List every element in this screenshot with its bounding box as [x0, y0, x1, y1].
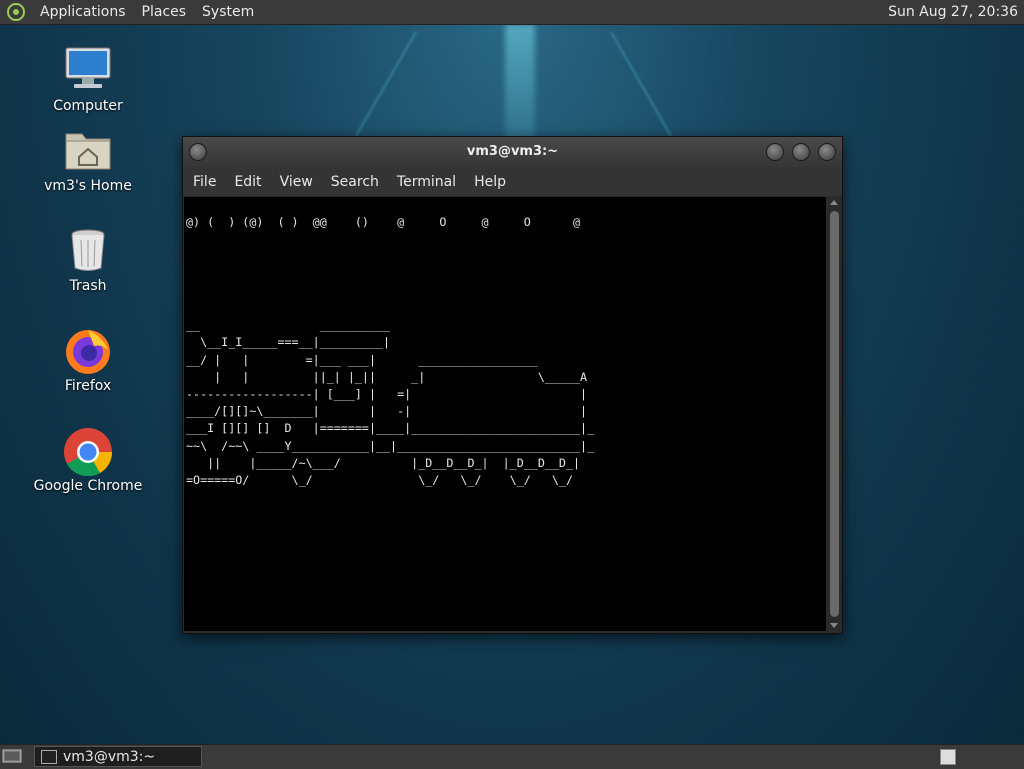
bottom-panel: vm3@vm3:~: [0, 744, 1024, 769]
scroll-up-arrow-icon[interactable]: [830, 200, 838, 205]
maximize-button[interactable]: [792, 143, 810, 161]
desktop-icon-label: Google Chrome: [33, 478, 143, 494]
window-title: vm3@vm3:~: [466, 144, 559, 159]
menu-terminal[interactable]: Terminal: [389, 174, 464, 190]
clock[interactable]: Sun Aug 27, 20:36: [888, 0, 1018, 24]
window-menubar: File Edit View Search Terminal Help: [183, 167, 842, 196]
menu-view[interactable]: View: [272, 174, 321, 190]
desktop-icon-label: Firefox: [64, 378, 112, 394]
trash-icon: [62, 224, 114, 276]
top-panel: Applications Places System Sun Aug 27, 2…: [0, 0, 1024, 25]
desktop-icon-label: vm3's Home: [44, 178, 132, 194]
minimize-button[interactable]: [766, 143, 784, 161]
menu-help[interactable]: Help: [466, 174, 514, 190]
desktop-icon-label: Computer: [53, 98, 123, 114]
desktop-icon-computer[interactable]: Computer: [33, 44, 143, 114]
show-desktop-icon[interactable]: [2, 748, 22, 764]
wallpaper-ray: [610, 31, 672, 137]
workspace-switcher[interactable]: [940, 749, 956, 765]
menu-applications[interactable]: Applications: [32, 0, 134, 24]
menu-system[interactable]: System: [194, 0, 262, 24]
computer-icon: [62, 44, 114, 96]
menu-places[interactable]: Places: [134, 0, 195, 24]
terminal-window: vm3@vm3:~ File Edit View Search Terminal…: [182, 136, 843, 634]
home-folder-icon: [62, 124, 114, 176]
firefox-icon: [62, 324, 114, 376]
terminal-icon: [41, 750, 57, 764]
terminal-output[interactable]: @) ( ) (@) ( ) @@ () @ O @ O @ __ ______…: [184, 197, 826, 631]
desktop-icon-trash[interactable]: Trash: [33, 224, 143, 294]
desktop-icon-home[interactable]: vm3's Home: [33, 124, 143, 194]
terminal-scrollbar[interactable]: [827, 197, 842, 631]
scrollbar-thumb[interactable]: [830, 211, 839, 617]
desktop-icon-firefox[interactable]: Firefox: [33, 324, 143, 394]
taskbar-item-terminal[interactable]: vm3@vm3:~: [34, 746, 202, 767]
window-titlebar[interactable]: vm3@vm3:~: [183, 137, 842, 167]
chrome-icon: [62, 424, 114, 477]
menu-edit[interactable]: Edit: [226, 174, 269, 190]
terminal-text: @) ( ) (@) ( ) @@ () @ O @ O @ __ ______…: [186, 215, 595, 488]
wallpaper-ray: [355, 31, 417, 137]
distro-logo-icon[interactable]: [6, 2, 26, 22]
menu-file[interactable]: File: [185, 174, 224, 190]
desktop-icon-chrome[interactable]: Google Chrome: [33, 424, 143, 494]
desktop-icon-label: Trash: [69, 278, 107, 294]
close-button[interactable]: [818, 143, 836, 161]
scroll-down-arrow-icon[interactable]: [830, 623, 838, 628]
taskbar-item-label: vm3@vm3:~: [63, 749, 156, 765]
menu-search[interactable]: Search: [323, 174, 387, 190]
window-menu-button[interactable]: [189, 143, 207, 161]
